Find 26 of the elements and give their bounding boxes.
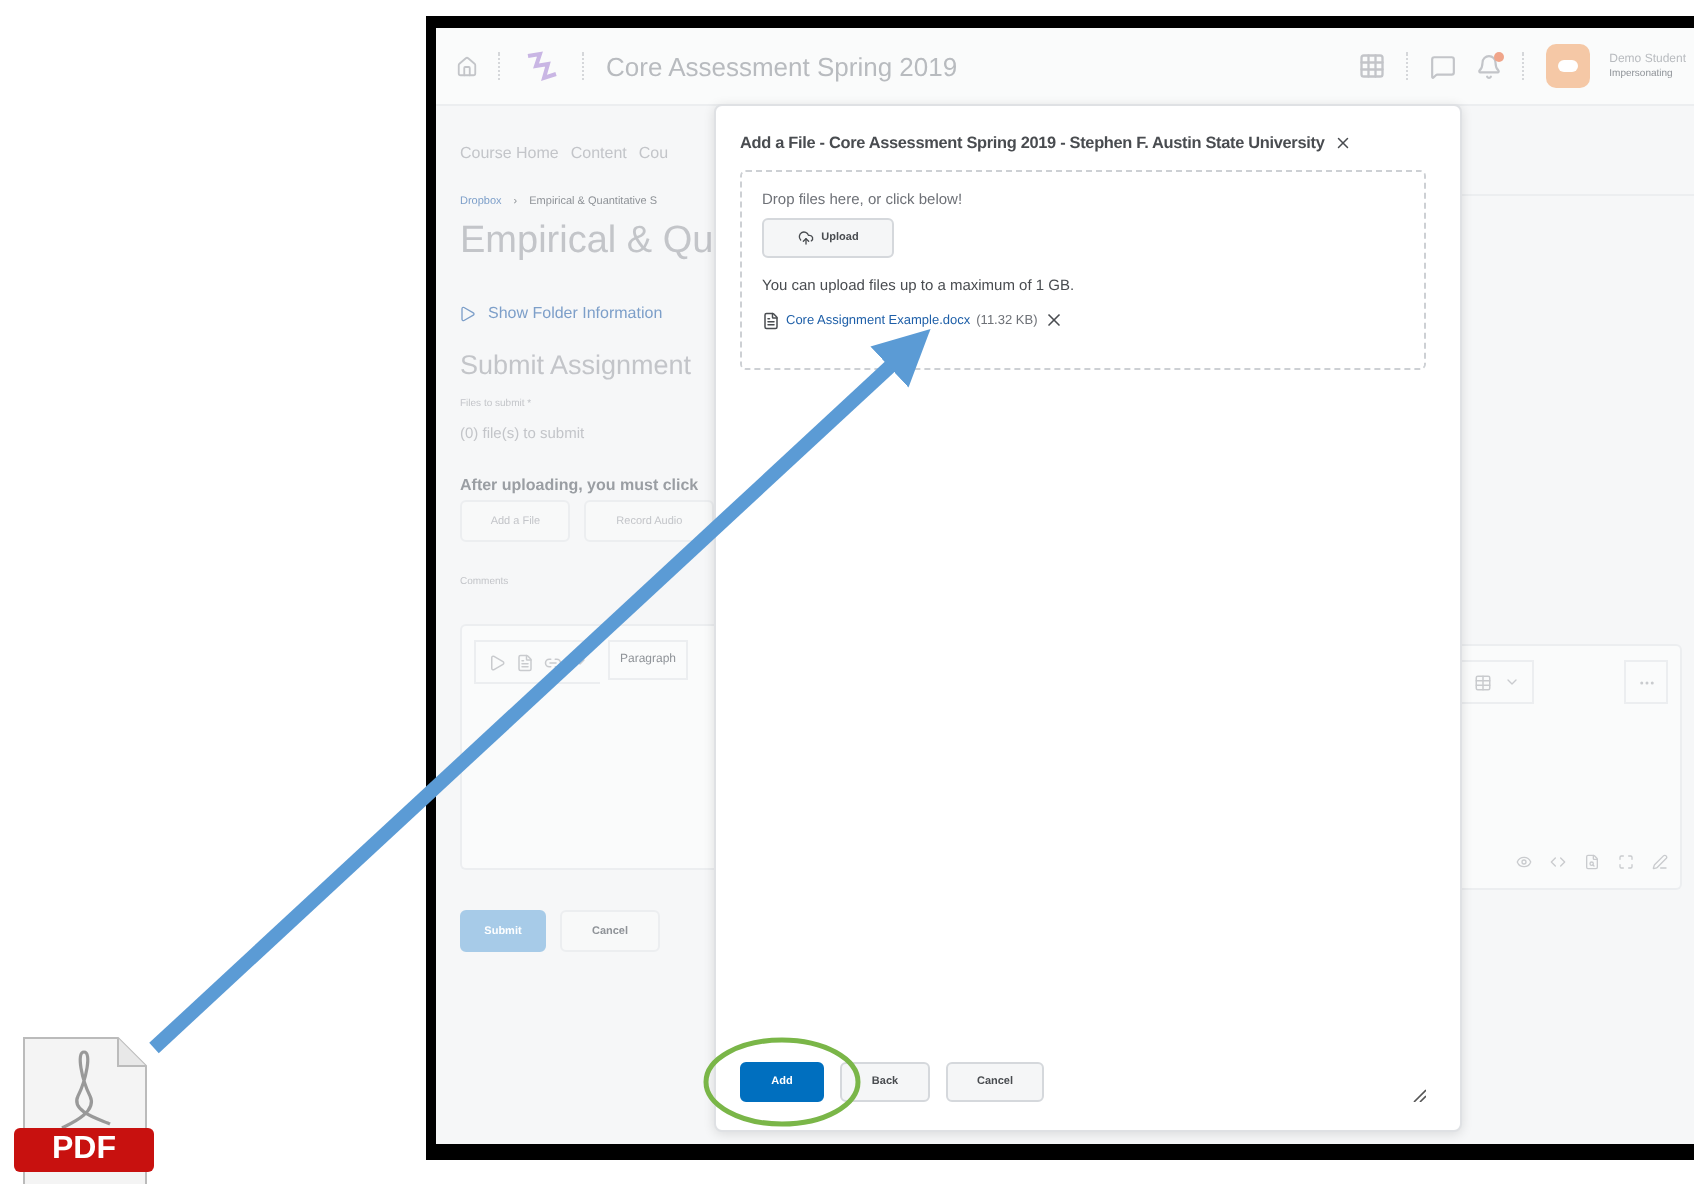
chat-icon[interactable] (1429, 53, 1456, 79)
caret-icon (1504, 674, 1520, 690)
link-icon (544, 653, 562, 671)
close-icon[interactable] (1334, 134, 1353, 152)
course-title[interactable]: Core Assessment Spring 2019 (606, 51, 958, 81)
dialog-title: Add a File - Core Assessment Spring 2019 - Stephen F. Austin State University (740, 134, 1325, 152)
logo-icon (522, 50, 562, 82)
preview-icon (1516, 854, 1532, 870)
fullscreen-icon (1618, 854, 1634, 870)
avatar-icon[interactable] (1545, 44, 1590, 88)
grid-icon[interactable] (1357, 52, 1386, 80)
code-icon (1550, 854, 1566, 870)
triangle-icon (460, 305, 476, 321)
instruction-text: After uploading, you must click (460, 476, 701, 494)
home-icon[interactable] (456, 55, 478, 77)
bell-icon[interactable] (1475, 53, 1502, 79)
table-icon (1474, 673, 1492, 691)
document-icon (762, 311, 780, 329)
remove-icon[interactable] (1043, 310, 1064, 330)
video-icon (488, 653, 506, 671)
folder-info-toggle[interactable]: Show Folder Information (460, 304, 714, 322)
upload-icon (797, 230, 814, 246)
file-search-icon (1584, 854, 1600, 870)
resize-grip-icon[interactable] (1412, 1088, 1426, 1102)
pen-icon (1652, 854, 1668, 870)
pdf-label: PDF (14, 1128, 154, 1172)
